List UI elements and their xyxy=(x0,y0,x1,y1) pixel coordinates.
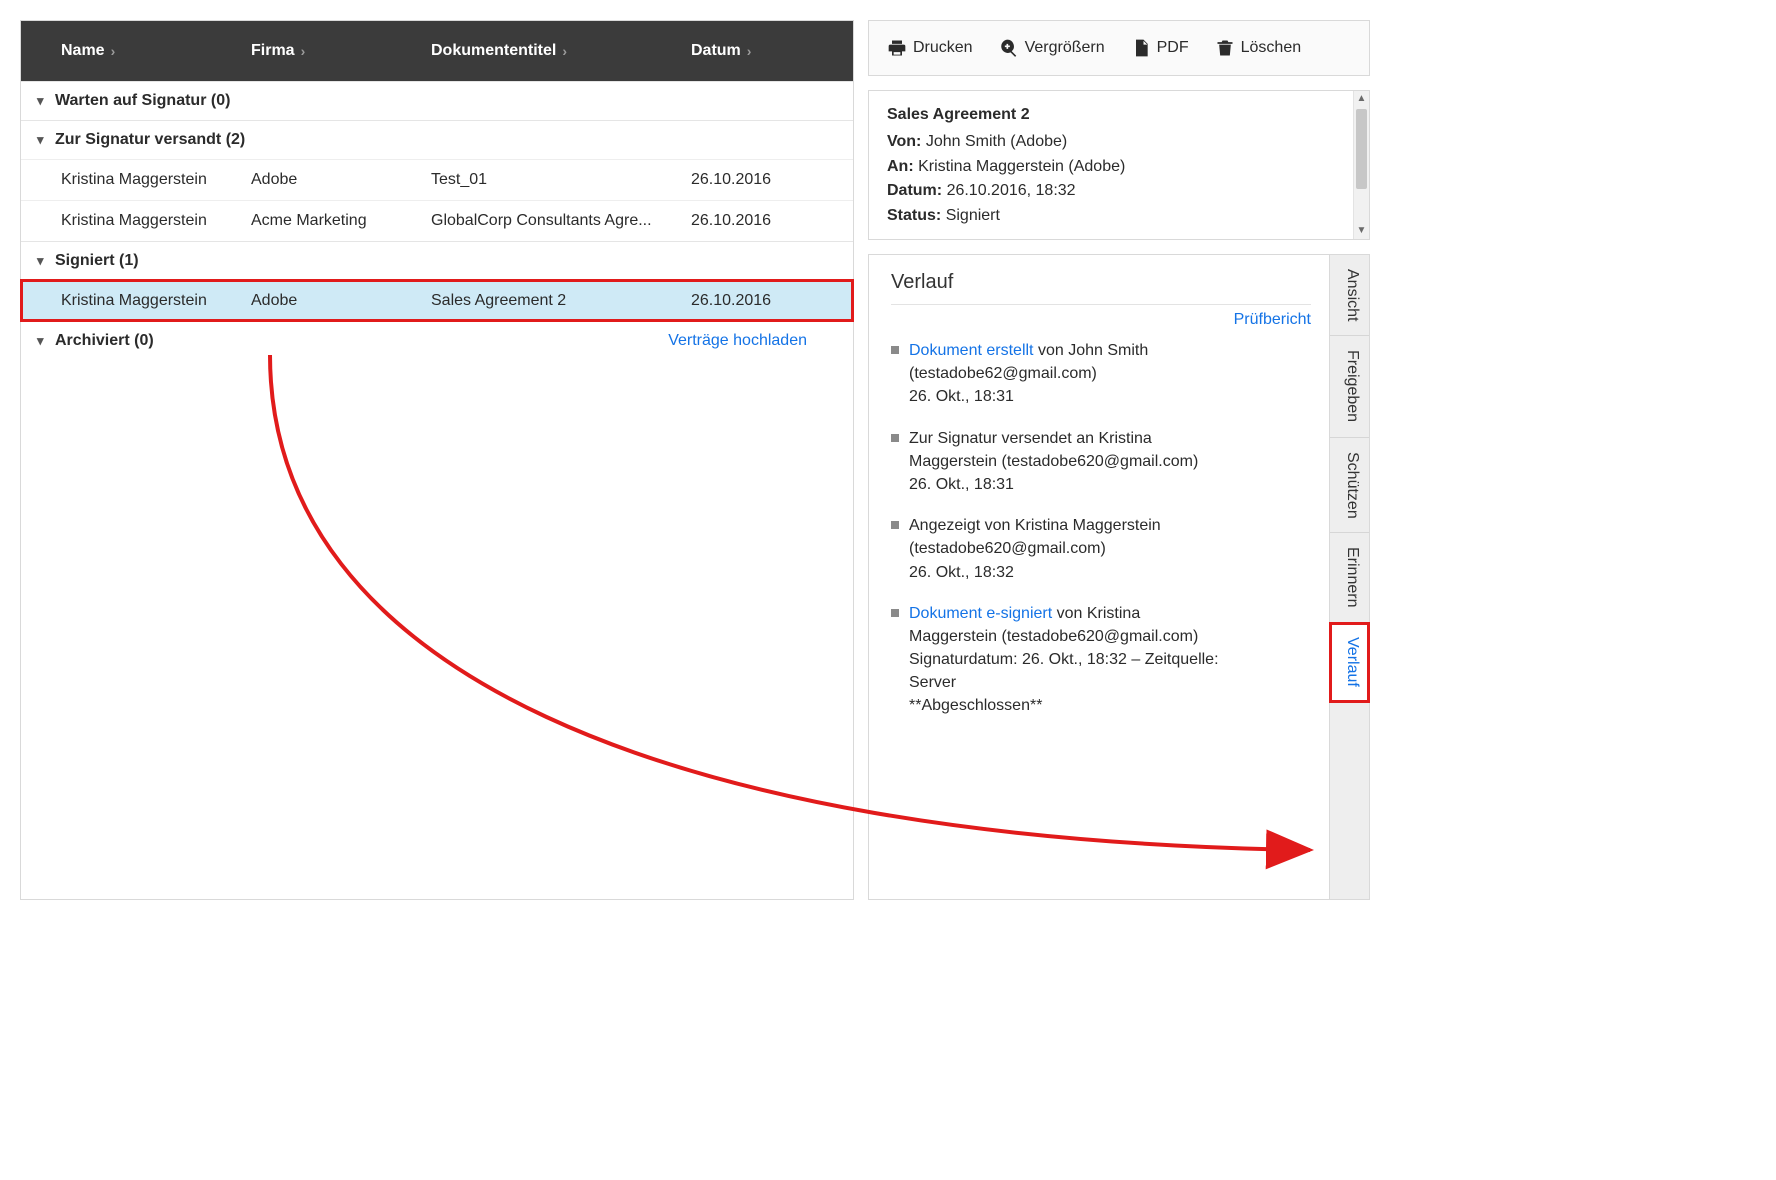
detail-toolbar: Drucken Vergrößern PDF Löschen xyxy=(868,20,1370,76)
print-icon xyxy=(887,38,907,58)
chevron-down-icon: ▾ xyxy=(37,132,55,148)
detail-status-label: Status: xyxy=(887,207,941,224)
side-tabs: Ansicht Freigeben Schützen Erinnern Verl… xyxy=(1329,255,1369,899)
details-scrollbar[interactable]: ▲ ▼ xyxy=(1353,91,1369,239)
history-event-time: Signaturdatum: 26. Okt., 18:32 – Zeitque… xyxy=(909,651,1219,691)
bullet-icon xyxy=(891,609,899,617)
cell-doc: Sales Agreement 2 xyxy=(431,292,691,310)
upload-contracts-link[interactable]: Verträge hochladen xyxy=(668,332,837,350)
tab-remind[interactable]: Erinnern xyxy=(1330,533,1369,622)
col-header-name[interactable]: Name› xyxy=(61,42,251,60)
cell-date: 26.10.2016 xyxy=(691,212,831,230)
group-label: Warten auf Signatur (0) xyxy=(55,92,230,110)
history-event-link[interactable]: Dokument e-signiert xyxy=(909,605,1052,622)
table-header: Name› Firma› Dokumententitel› Datum› xyxy=(21,21,853,81)
history-event-link[interactable]: Dokument erstellt xyxy=(909,342,1034,359)
bullet-icon xyxy=(891,434,899,442)
tab-protect[interactable]: Schützen xyxy=(1330,438,1369,534)
detail-to: Kristina Maggerstein (Adobe) xyxy=(918,158,1125,175)
history-event-time: 26. Okt., 18:31 xyxy=(909,388,1014,405)
chevron-right-icon: › xyxy=(747,43,752,59)
cell-firma: Adobe xyxy=(251,171,431,189)
chevron-down-icon: ▾ xyxy=(37,253,55,269)
detail-date-label: Datum: xyxy=(887,182,942,199)
cell-doc: GlobalCorp Consultants Agre... xyxy=(431,212,691,230)
audit-report-link[interactable]: Prüfbericht xyxy=(891,311,1311,329)
history-panel: Verlauf Prüfbericht Dokument erstellt vo… xyxy=(868,254,1370,900)
cell-date: 26.10.2016 xyxy=(691,171,831,189)
history-item: Angezeigt von Kristina Maggerstein (test… xyxy=(891,514,1311,584)
scroll-down-icon[interactable]: ▼ xyxy=(1354,223,1369,239)
scroll-thumb[interactable] xyxy=(1356,109,1367,189)
chevron-down-icon: ▾ xyxy=(37,93,55,109)
detail-from-label: Von: xyxy=(887,133,921,150)
group-label: Signiert (1) xyxy=(55,252,139,270)
tab-share[interactable]: Freigeben xyxy=(1330,336,1369,437)
agreements-panel: Name› Firma› Dokumententitel› Datum› ▾Wa… xyxy=(20,20,854,900)
pdf-icon xyxy=(1131,38,1151,58)
bullet-icon xyxy=(891,521,899,529)
detail-to-label: An: xyxy=(887,158,914,175)
cell-doc: Test_01 xyxy=(431,171,691,189)
table-row[interactable]: Kristina MaggersteinAcme MarketingGlobal… xyxy=(21,200,853,241)
tab-view[interactable]: Ansicht xyxy=(1330,255,1369,336)
detail-from: John Smith (Adobe) xyxy=(926,133,1067,150)
group-header-waiting[interactable]: ▾Warten auf Signatur (0) xyxy=(21,82,853,120)
history-item: Dokument erstellt von John Smith (testad… xyxy=(891,339,1311,409)
chevron-right-icon: › xyxy=(301,43,306,59)
history-heading: Verlauf xyxy=(891,271,1311,305)
history-item: Dokument e-signiert von Kristina Maggers… xyxy=(891,602,1311,718)
cell-firma: Acme Marketing xyxy=(251,212,431,230)
cell-firma: Adobe xyxy=(251,292,431,310)
zoom-button[interactable]: Vergrößern xyxy=(999,38,1105,58)
cell-name: Kristina Maggerstein xyxy=(61,292,251,310)
cell-date: 26.10.2016 xyxy=(691,292,831,310)
history-event-time: 26. Okt., 18:32 xyxy=(909,564,1014,581)
trash-icon xyxy=(1215,38,1235,58)
history-event-text: Zur Signatur versendet an Kristina Magge… xyxy=(909,430,1198,470)
history-item: Zur Signatur versendet an Kristina Magge… xyxy=(891,427,1311,497)
delete-button[interactable]: Löschen xyxy=(1215,38,1302,58)
chevron-down-icon: ▾ xyxy=(37,333,55,349)
agreement-details: Sales Agreement 2 Von: John Smith (Adobe… xyxy=(868,90,1370,240)
bullet-icon xyxy=(891,346,899,354)
group-header-sent[interactable]: ▾Zur Signatur versandt (2) xyxy=(21,121,853,159)
detail-status: Signiert xyxy=(946,207,1000,224)
group-label: Zur Signatur versandt (2) xyxy=(55,131,245,149)
col-header-firma[interactable]: Firma› xyxy=(251,42,431,60)
tab-history[interactable]: Verlauf xyxy=(1330,623,1369,702)
group-header-signed[interactable]: ▾Signiert (1) xyxy=(21,242,853,280)
history-event-time: 26. Okt., 18:31 xyxy=(909,476,1014,493)
table-row[interactable]: Kristina MaggersteinAdobeTest_0126.10.20… xyxy=(21,159,853,200)
group-label: Archiviert (0) xyxy=(55,332,154,350)
history-event-extra: **Abgeschlossen** xyxy=(909,697,1042,714)
pdf-button[interactable]: PDF xyxy=(1131,38,1189,58)
scroll-up-icon[interactable]: ▲ xyxy=(1354,91,1369,107)
history-event-text: Angezeigt von Kristina Maggerstein (test… xyxy=(909,517,1161,557)
col-header-doc[interactable]: Dokumententitel› xyxy=(431,42,691,60)
cell-name: Kristina Maggerstein xyxy=(61,171,251,189)
table-row[interactable]: Kristina MaggersteinAdobeSales Agreement… xyxy=(21,280,853,321)
cell-name: Kristina Maggerstein xyxy=(61,212,251,230)
chevron-right-icon: › xyxy=(562,43,567,59)
chevron-right-icon: › xyxy=(111,43,116,59)
group-header-archived[interactable]: ▾Archiviert (0) Verträge hochladen xyxy=(21,322,853,360)
col-header-date[interactable]: Datum› xyxy=(691,42,831,60)
detail-date: 26.10.2016, 18:32 xyxy=(947,182,1076,199)
magnify-plus-icon xyxy=(999,38,1019,58)
print-button[interactable]: Drucken xyxy=(887,38,973,58)
detail-title: Sales Agreement 2 xyxy=(887,103,1351,128)
